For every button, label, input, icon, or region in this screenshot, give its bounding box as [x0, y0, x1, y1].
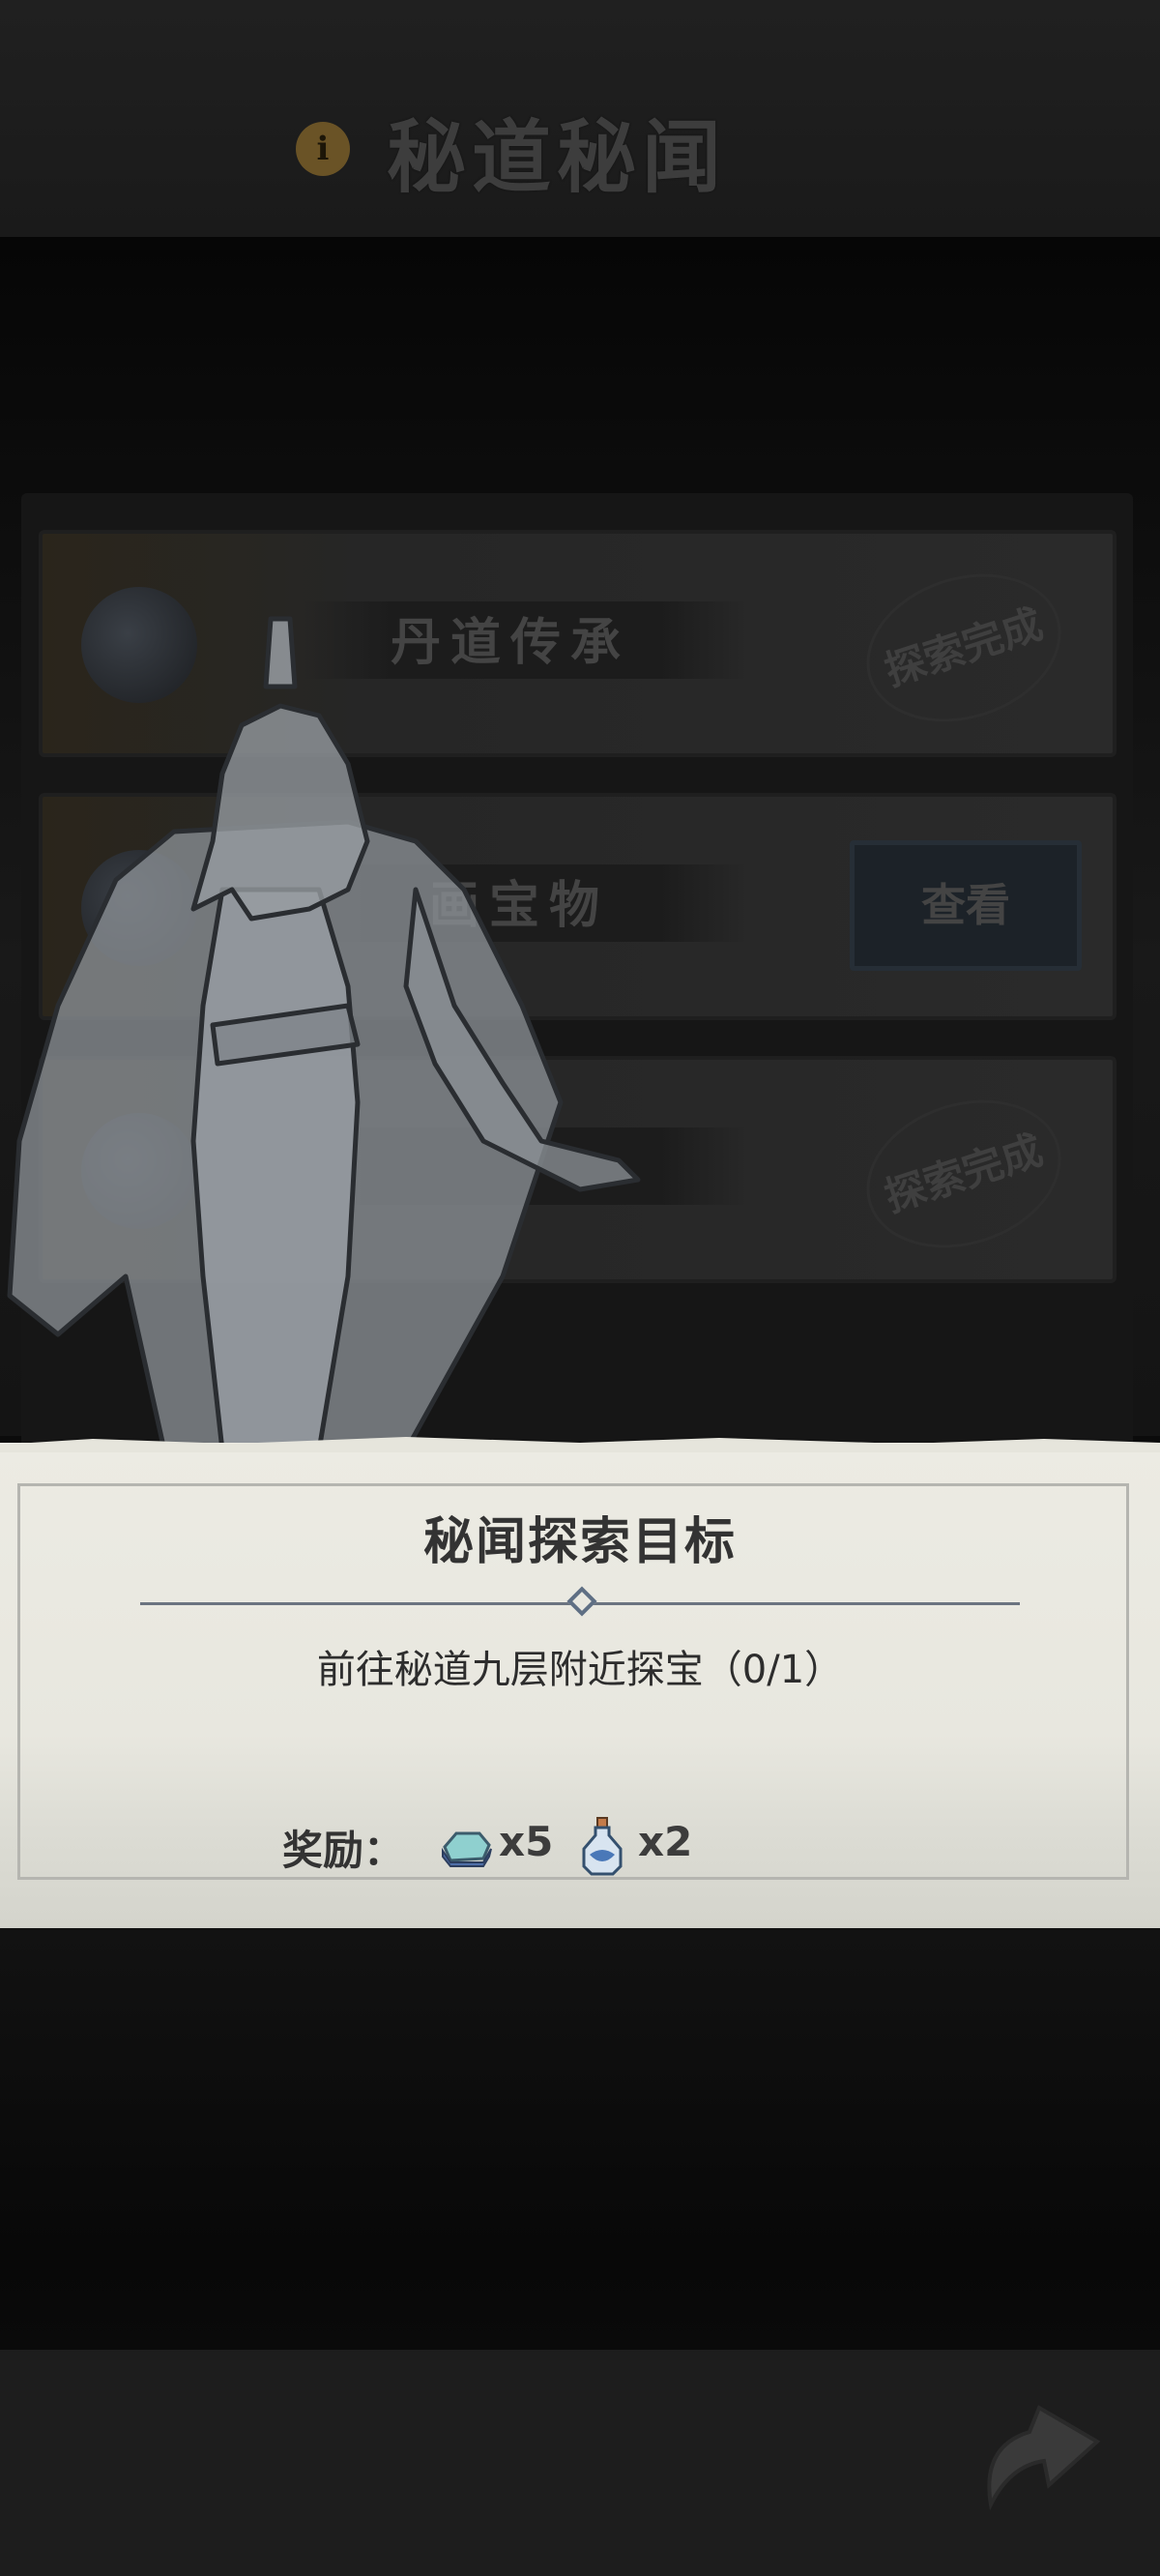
view-button[interactable]: 查看: [850, 840, 1082, 971]
objective-dialog: 秘闻探索目标 前往秘道九层附近探宝（0/1） 奖励： x5 x2: [0, 1443, 1160, 1928]
reward-count: x2: [638, 1818, 693, 1865]
objective-text: 前往秘道九层附近探宝（0/1）: [316, 1648, 844, 1692]
info-icon[interactable]: i: [296, 122, 350, 176]
return-arrow-icon[interactable]: [972, 2379, 1116, 2524]
reward-label: 奖励：: [282, 1827, 405, 1874]
page-title: 秘道秘闻: [387, 111, 728, 204]
character-figure: [7, 616, 641, 1463]
header-bar: i 秘道秘闻: [0, 0, 1160, 237]
jade-stone-icon: [442, 1831, 492, 1867]
completed-stamp: 探索完成: [847, 1075, 1081, 1273]
reward-count: x5: [499, 1818, 554, 1865]
medicine-bottle-icon: [582, 1817, 623, 1876]
completed-stamp: 探索完成: [847, 549, 1081, 746]
dialog-title: 秘闻探索目标: [422, 1512, 737, 1571]
